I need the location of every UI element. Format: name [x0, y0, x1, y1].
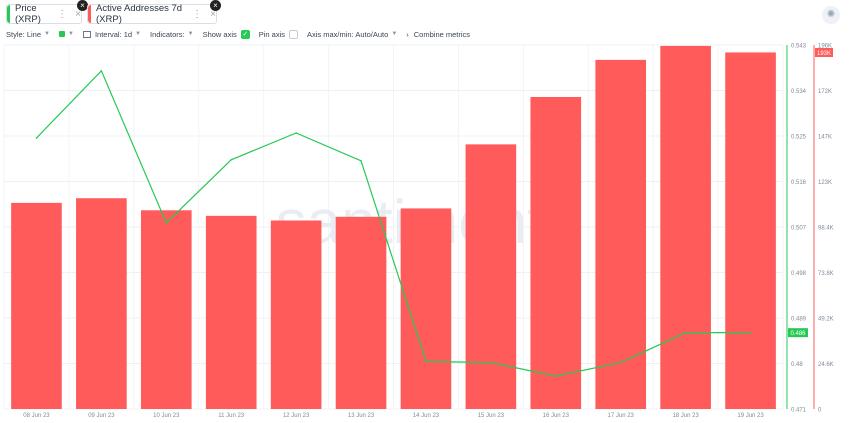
left-axis-tick-label: 0.534 [791, 89, 807, 95]
right-axis-tick-label: 24.6K [818, 362, 834, 368]
right-axis-tick-label: 49.2K [818, 317, 834, 323]
price-point [554, 375, 557, 377]
x-axis-tick-label: 18 Jun 23 [672, 413, 699, 419]
right-axis-tick-label: 172K [818, 89, 832, 95]
bar-active-addresses [725, 52, 776, 410]
left-axis-tick-label: 0.525 [791, 135, 807, 141]
right-axis-tick-label: 147K [818, 135, 832, 141]
x-axis-tick-label: 14 Jun 23 [413, 413, 440, 419]
left-axis-tick-label: 0.471 [791, 408, 807, 414]
x-axis-tick-label: 11 Jun 23 [218, 413, 245, 419]
price-point [295, 132, 297, 134]
bar-active-addresses [270, 220, 322, 409]
bar-active-addresses [660, 45, 711, 410]
right-axis-tick-label: 98.4K [818, 226, 834, 232]
left-axis-tick-label: 0.543 [791, 44, 807, 50]
x-axis-tick-label: 17 Jun 23 [608, 413, 635, 419]
left-axis-tick-label: 0.516 [791, 180, 807, 186]
price-point [619, 361, 622, 364]
price-point [165, 222, 168, 224]
left-axis-tick-label: 0.507 [791, 226, 807, 232]
bar-active-addresses [140, 210, 192, 409]
x-axis-tick-label: 16 Jun 23 [543, 413, 570, 419]
left-axis-tick-label: 0.48 [791, 362, 803, 368]
x-axis-tick-label: 12 Jun 23 [283, 413, 310, 419]
current-addresses-badge-label: 193K [817, 51, 831, 57]
x-axis-tick-label: 15 Jun 23 [478, 413, 505, 419]
price-point [425, 360, 427, 363]
price-point [684, 331, 687, 334]
bar-active-addresses [205, 215, 257, 409]
price-point [749, 331, 752, 334]
right-axis-tick-label: 73.8K [818, 271, 834, 277]
price-point [35, 137, 38, 139]
x-axis-tick-label: 10 Jun 23 [153, 413, 180, 419]
bar-active-addresses [335, 216, 387, 409]
x-axis-tick-label: 09 Jun 23 [88, 413, 115, 419]
bar-active-addresses [76, 198, 127, 409]
left-axis-tick-label: 0.489 [791, 317, 807, 323]
price-point [100, 69, 103, 72]
price-point [360, 159, 362, 162]
x-axis-tick-label: 13 Jun 23 [348, 413, 375, 419]
bar-active-addresses [530, 97, 582, 409]
left-axis-tick-label: 0.498 [791, 271, 807, 277]
right-axis-tick-label: 0 [818, 408, 822, 414]
bar-active-addresses [11, 202, 62, 409]
x-axis-tick-label: 19 Jun 23 [737, 413, 764, 419]
bar-active-addresses [595, 59, 647, 409]
bar-active-addresses [400, 208, 452, 409]
chart-canvas[interactable]: santiment0.5430.5340.5250.5160.5070.4980… [0, 0, 850, 423]
x-axis-tick-label: 08 Jun 23 [23, 413, 50, 419]
price-point [230, 158, 233, 161]
current-price-badge-label: 0.486 [790, 331, 806, 337]
price-point [490, 361, 492, 364]
bar-active-addresses [465, 144, 517, 409]
right-axis-tick-label: 123K [818, 180, 832, 186]
